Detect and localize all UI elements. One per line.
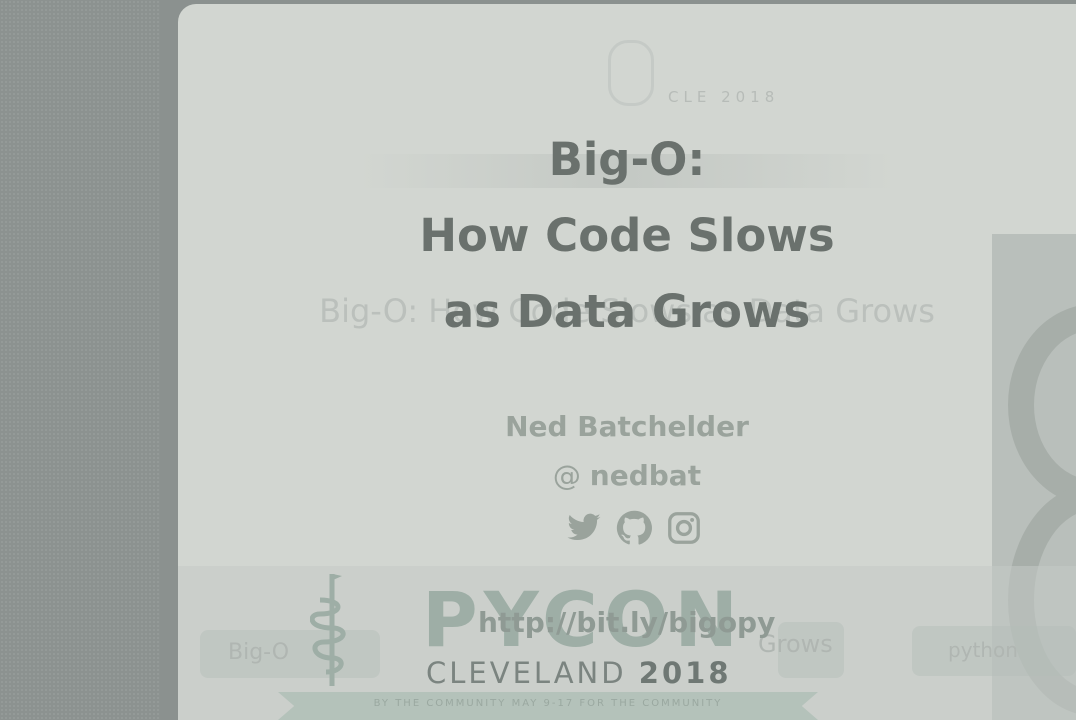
author-name: Ned Batchelder [505,410,749,443]
ghost-box-right-text: python [948,638,1018,662]
conference-location: CLEVELAND 2018 [426,656,732,690]
twitter-icon[interactable] [566,510,602,546]
github-icon[interactable] [616,510,652,546]
social-icons [566,506,706,550]
ghost-year-text: CLE 2018 [668,88,780,106]
handle-at-sign: @ [552,459,581,492]
pycon-snake-logo [310,574,346,686]
instagram-icon[interactable] [666,510,702,546]
title-line-2: How Code Slows [419,209,835,262]
presentation-slide: CLE 2018 Big-O: How Code Slows as Data G… [178,4,1076,720]
slide-title: Big-O: How Code Slows as Data Grows [178,122,1076,350]
background-texture [0,0,160,720]
ghost-box-left-text: Big-O [228,640,290,665]
title-line-1: Big-O: [548,133,706,186]
handle-name: nedbat [589,459,702,492]
author-handle: @ nedbat [178,459,1076,492]
conference-city: CLEVELAND [426,656,627,690]
conference-year: 2018 [638,656,732,690]
conference-ribbon-text: BY THE COMMUNITY MAY 9-17 FOR THE COMMUN… [373,698,723,709]
title-line-3: as Data Grows [443,285,811,338]
slides-link[interactable]: http://bit.ly/bigopy [478,606,775,639]
ghost-logo [608,40,654,106]
ghost-box-left [200,630,380,678]
